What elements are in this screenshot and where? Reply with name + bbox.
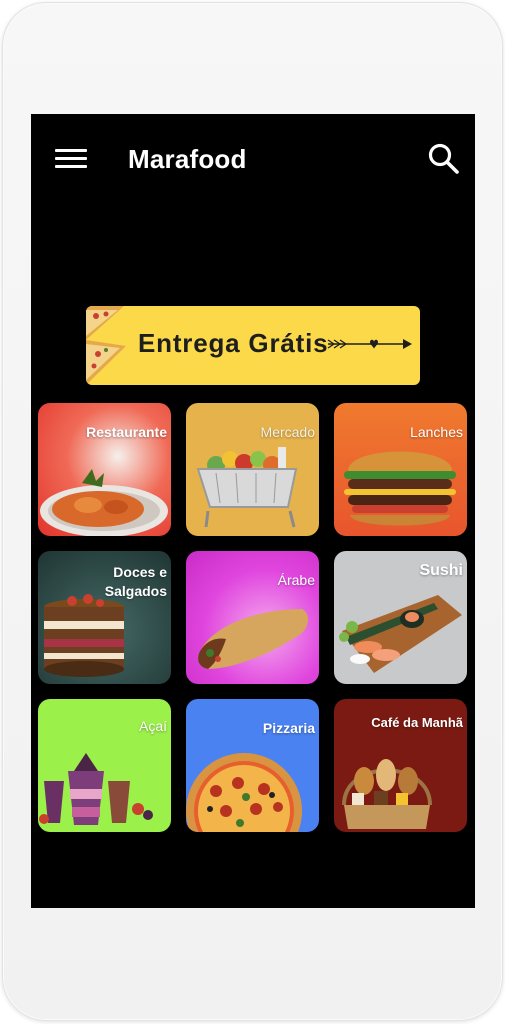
category-label-pizzaria: Pizzaria <box>262 720 315 736</box>
app-bar: Marafood <box>31 114 475 206</box>
category-label-doces-e-salgados: Doces e Salgados <box>104 564 167 599</box>
banner-text: Entrega Grátis <box>138 328 329 358</box>
category-label-cafe-da-manha: Café da Manhã <box>371 715 463 730</box>
category-label-arabe: Árabe <box>277 572 315 588</box>
category-card-lanches[interactable]: Lanches <box>334 403 467 536</box>
app-screen: Marafood Entrega Grátis Restaurante Merc… <box>31 114 475 908</box>
category-card-doces-e-salgados[interactable]: Doces e Salgados <box>38 551 171 684</box>
free-delivery-banner[interactable]: Entrega Grátis <box>86 306 420 385</box>
category-card-sushi[interactable]: Sushi <box>334 551 467 684</box>
app-title: Marafood <box>128 144 247 174</box>
search-icon[interactable] <box>427 142 461 176</box>
category-grid: Restaurante Mercado Lanches Doces e Salg… <box>38 403 468 833</box>
category-label-mercado: Mercado <box>260 424 315 440</box>
pizza-slice-image <box>86 306 126 385</box>
phone-frame: Marafood Entrega Grátis Restaurante Merc… <box>2 2 503 1021</box>
category-label-restaurante: Restaurante <box>86 424 167 440</box>
category-card-restaurante[interactable]: Restaurante <box>38 403 171 536</box>
category-label-acai: Açaí <box>138 718 167 734</box>
category-card-arabe[interactable]: Árabe <box>186 551 319 684</box>
category-card-cafe-da-manha[interactable]: Café da Manhã <box>334 699 467 832</box>
category-card-acai[interactable]: Açaí <box>38 699 171 832</box>
decorative-arrow-icon <box>327 339 412 349</box>
category-card-mercado[interactable]: Mercado <box>186 403 319 536</box>
hamburger-menu-icon[interactable] <box>55 149 87 173</box>
category-card-pizzaria[interactable]: Pizzaria <box>186 699 319 832</box>
category-label-sushi: Sushi <box>419 562 463 579</box>
category-label-lanches: Lanches <box>410 424 463 440</box>
